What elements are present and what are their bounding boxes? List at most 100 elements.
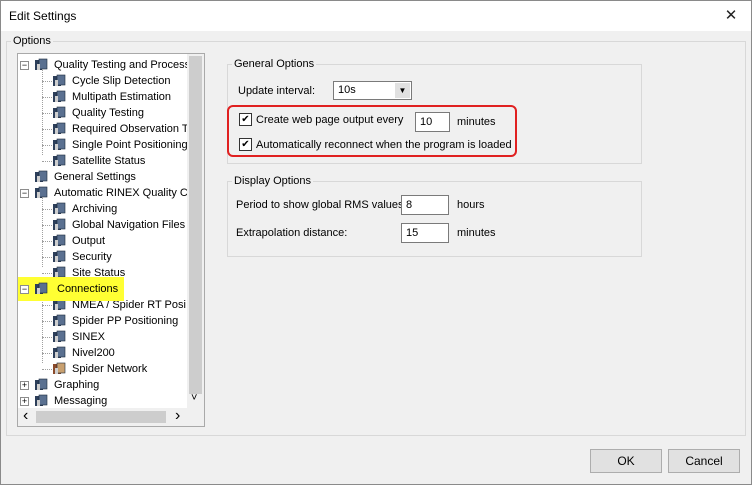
tree-item[interactable]: Quality Testing — [18, 105, 187, 121]
collapse-icon[interactable]: − — [20, 61, 29, 70]
tree-item[interactable]: Required Observation T — [18, 121, 189, 137]
settings-node-icon — [52, 346, 66, 360]
tree-connector-line — [42, 97, 52, 98]
extrapolation-unit: minutes — [457, 227, 496, 239]
settings-node-icon — [52, 90, 66, 104]
tree-item[interactable]: Cycle Slip Detection — [18, 73, 187, 89]
title-bar: Edit Settings ✕ — [1, 1, 751, 31]
tree-item[interactable]: + Graphing — [18, 377, 187, 393]
scroll-down-icon[interactable]: ˅ — [191, 392, 197, 404]
cancel-button[interactable]: Cancel — [668, 449, 740, 473]
settings-tree[interactable]: − Quality Testing and Process Cycle Slip D… — [17, 53, 205, 427]
tree-trunk-line — [42, 69, 43, 155]
settings-node-icon — [52, 362, 66, 376]
extrapolation-label: Extrapolation distance: — [236, 227, 348, 239]
tree-vertical-scrollbar[interactable]: ˅ — [187, 54, 204, 408]
tree-item[interactable]: SINEX — [18, 329, 187, 345]
tree-item-label: Quality Testing and Process — [54, 59, 191, 71]
scroll-thumb[interactable] — [189, 56, 202, 394]
tree-item-label: Output — [72, 235, 106, 247]
tree-item[interactable]: Multipath Estimation — [18, 89, 187, 105]
tree-item-label: Spider Network — [72, 363, 148, 375]
tree-item-label: Single Point Positioning — [72, 139, 188, 151]
edit-settings-window: Edit Settings ✕ Options − Quality Testing… — [0, 0, 752, 485]
settings-node-icon — [52, 314, 66, 328]
tree-item[interactable]: General Settings — [18, 169, 187, 185]
settings-node-icon — [52, 202, 66, 216]
settings-node-icon — [52, 138, 66, 152]
tree-connector-line — [42, 369, 52, 370]
tree-horizontal-scrollbar[interactable]: ‹ › — [18, 408, 204, 426]
tree-item[interactable]: − Quality Testing and Process — [18, 57, 191, 73]
tree-connector-line — [42, 337, 52, 338]
tree-item-label: Automatic RINEX Quality Ch — [54, 187, 194, 199]
tree-item-label: Nivel200 — [72, 347, 115, 359]
tree-item-label: Required Observation T — [72, 123, 189, 135]
settings-node-icon — [52, 250, 66, 264]
collapse-icon[interactable]: − — [20, 285, 29, 294]
update-interval-label: Update interval: — [238, 85, 316, 97]
close-icon[interactable]: ✕ — [713, 3, 749, 29]
settings-node-icon — [34, 186, 48, 200]
tree-connector-line — [42, 113, 52, 114]
window-title: Edit Settings — [9, 9, 77, 23]
settings-node-icon — [52, 74, 66, 88]
scroll-right-icon[interactable]: › — [175, 408, 180, 424]
expand-icon[interactable]: + — [20, 381, 29, 390]
scroll-h-thumb[interactable] — [36, 411, 166, 423]
tree-item-label: Quality Testing — [72, 107, 144, 119]
tree-connector-line — [42, 353, 52, 354]
tree-item[interactable]: Spider Network — [18, 361, 187, 377]
tree-item[interactable]: Satellite Status — [18, 153, 187, 169]
ok-button[interactable]: OK — [590, 449, 662, 473]
settings-node-icon — [52, 106, 66, 120]
update-interval-select[interactable]: 10s ▼ — [333, 81, 412, 100]
tree-item-label: General Settings — [54, 171, 136, 183]
tree-connector-line — [42, 145, 52, 146]
rms-period-label: Period to show global RMS values: — [236, 199, 407, 211]
tree-item[interactable]: Global Navigation Files — [18, 217, 187, 233]
settings-node-icon — [52, 122, 66, 136]
display-options-group: Display Options — [227, 175, 642, 257]
tree-item[interactable]: Spider PP Positioning — [18, 313, 187, 329]
rms-period-input[interactable]: 8 — [401, 195, 449, 215]
extrapolation-input[interactable]: 15 — [401, 223, 449, 243]
settings-node-icon — [52, 218, 66, 232]
tree-connector-line — [42, 257, 52, 258]
scroll-left-icon[interactable]: ‹ — [23, 408, 28, 424]
tree-item[interactable]: Nivel200 — [18, 345, 187, 361]
tree-item-label: SINEX — [72, 331, 106, 343]
settings-node-icon — [52, 330, 66, 344]
expand-icon[interactable]: + — [20, 397, 29, 406]
tree-item-label: Graphing — [54, 379, 100, 391]
settings-node-icon — [52, 154, 66, 168]
options-legend: Options — [13, 35, 51, 47]
tree-item-label: Spider PP Positioning — [72, 315, 179, 327]
tree-connector-line — [42, 81, 52, 82]
tree-connector-line — [42, 305, 52, 306]
tree-connector-line — [42, 225, 52, 226]
tree-item-label: Connections — [57, 283, 119, 295]
tree-item-label: Global Navigation Files — [72, 219, 186, 231]
tree-item[interactable]: Single Point Positioning — [18, 137, 188, 153]
tree-item[interactable]: Archiving — [18, 201, 187, 217]
tree-item-label: Satellite Status — [72, 155, 146, 167]
collapse-icon[interactable]: − — [20, 189, 29, 198]
tree-item[interactable]: Output — [18, 233, 187, 249]
tree-connector-line — [42, 321, 52, 322]
settings-node-icon — [34, 394, 48, 408]
tree-item[interactable]: − Automatic RINEX Quality Ch — [18, 185, 194, 201]
display-options-legend: Display Options — [234, 175, 312, 187]
tree-item[interactable]: − Connections — [18, 277, 187, 301]
settings-node-icon — [34, 170, 48, 184]
chevron-down-icon[interactable]: ▼ — [395, 83, 410, 98]
tree-connector-line — [42, 209, 52, 210]
tree-item-label: Archiving — [72, 203, 118, 215]
tree-item-label: Messaging — [54, 395, 108, 407]
tree-trunk-line — [42, 293, 43, 363]
rms-period-unit: hours — [457, 199, 485, 211]
tree-item-label: Multipath Estimation — [72, 91, 172, 103]
tree-item[interactable]: + Messaging — [18, 393, 187, 409]
tree-item[interactable]: Security — [18, 249, 187, 265]
tree-connector-line — [42, 161, 52, 162]
